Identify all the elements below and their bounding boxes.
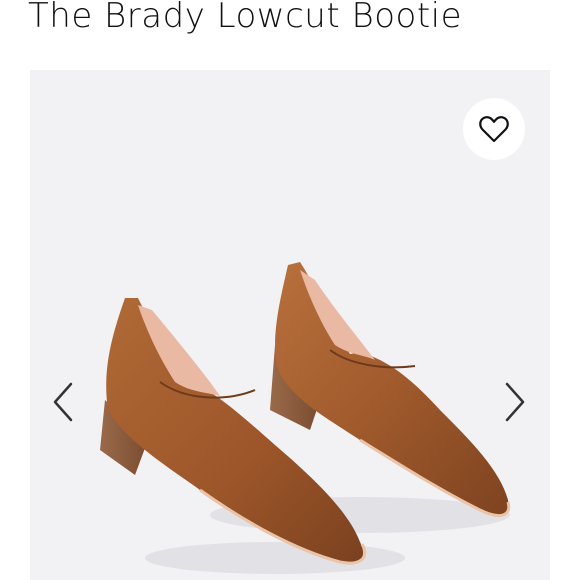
previous-image-button[interactable]: [48, 380, 78, 424]
chevron-left-icon: [53, 382, 73, 422]
next-image-button[interactable]: [500, 380, 530, 424]
chevron-right-icon: [505, 382, 525, 422]
product-image-gallery[interactable]: [30, 70, 550, 580]
favorite-button[interactable]: [463, 98, 525, 160]
heart-outline-icon: [479, 116, 509, 143]
product-title: The Brady Lowcut Bootie: [28, 0, 463, 36]
